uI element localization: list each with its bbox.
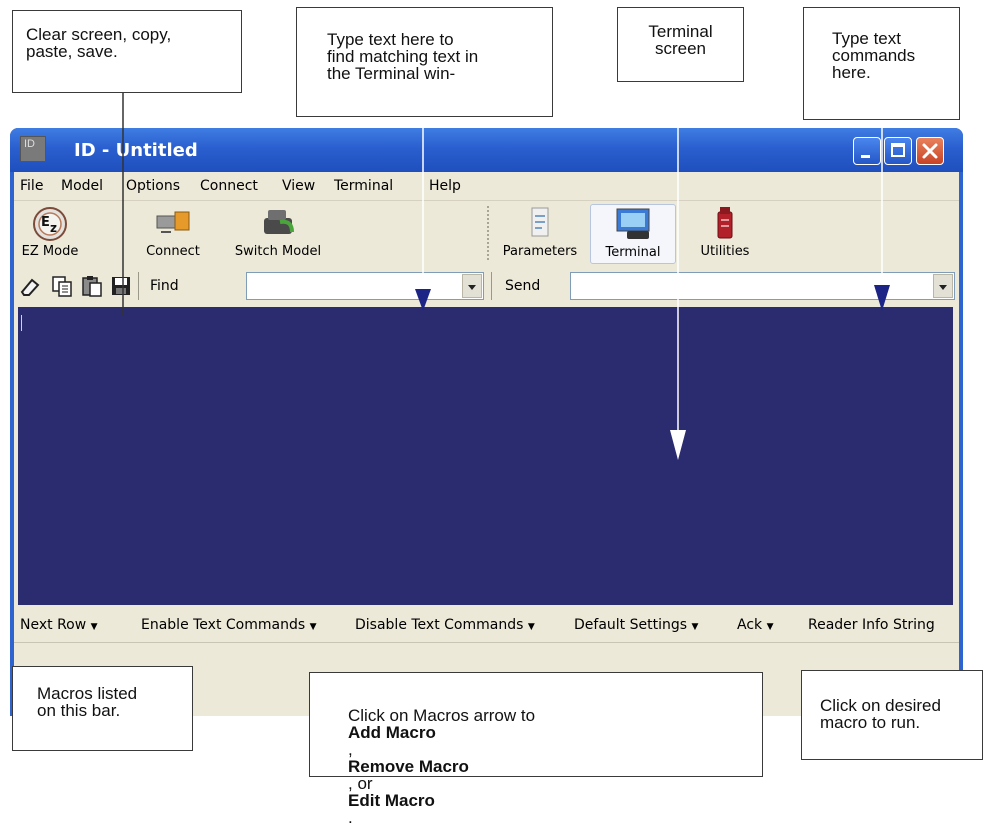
pointer-arrow-find	[415, 289, 431, 311]
callout-bold-text: Add Macro	[348, 723, 436, 742]
callout-line: Click on desired	[820, 696, 941, 715]
pointer-arrow-terminal	[670, 430, 686, 460]
callout-find: Type text here to find matching text in …	[296, 7, 553, 117]
callout-line: macro to run.	[820, 713, 921, 732]
callout-line: here.	[832, 63, 871, 82]
pointer-arrow-send	[874, 285, 890, 311]
callout-line: Click on Macros arrow to Add Macro,	[348, 707, 762, 758]
callout-text: Click on Macros arrow to	[348, 706, 536, 725]
callout-line: Remove Macro, or Edit Macro.	[348, 758, 762, 826]
callout-macros-bar: Macros listed on this bar.	[12, 666, 193, 751]
callout-bold-text: Edit Macro	[348, 791, 435, 810]
callout-line: Clear screen, copy,	[26, 25, 172, 44]
callout-line: the Terminal win-	[327, 64, 456, 83]
callout-run-macro: Click on desired macro to run.	[801, 670, 983, 760]
callout-line: Type text	[832, 29, 901, 48]
callout-clear-screen: Clear screen, copy, paste, save.	[12, 10, 242, 93]
callout-macros-arrow: Click on Macros arrow to Add Macro, Remo…	[309, 672, 763, 826]
callout-line: Type text here to	[327, 30, 454, 49]
callout-line: find matching text in	[327, 47, 479, 66]
callout-terminal: Terminal screen	[617, 7, 744, 82]
callout-text: ,	[348, 740, 353, 759]
callout-line: commands	[832, 46, 916, 65]
callout-line: Terminal	[648, 22, 713, 41]
callout-text: .	[348, 808, 353, 827]
callout-line: on this bar.	[37, 701, 121, 720]
callout-line: screen	[654, 39, 707, 58]
callout-line: paste, save.	[26, 42, 118, 61]
callout-send: Type text commands here.	[803, 7, 960, 120]
callout-line: Macros listed	[37, 684, 138, 703]
callout-text: , or	[348, 774, 373, 793]
